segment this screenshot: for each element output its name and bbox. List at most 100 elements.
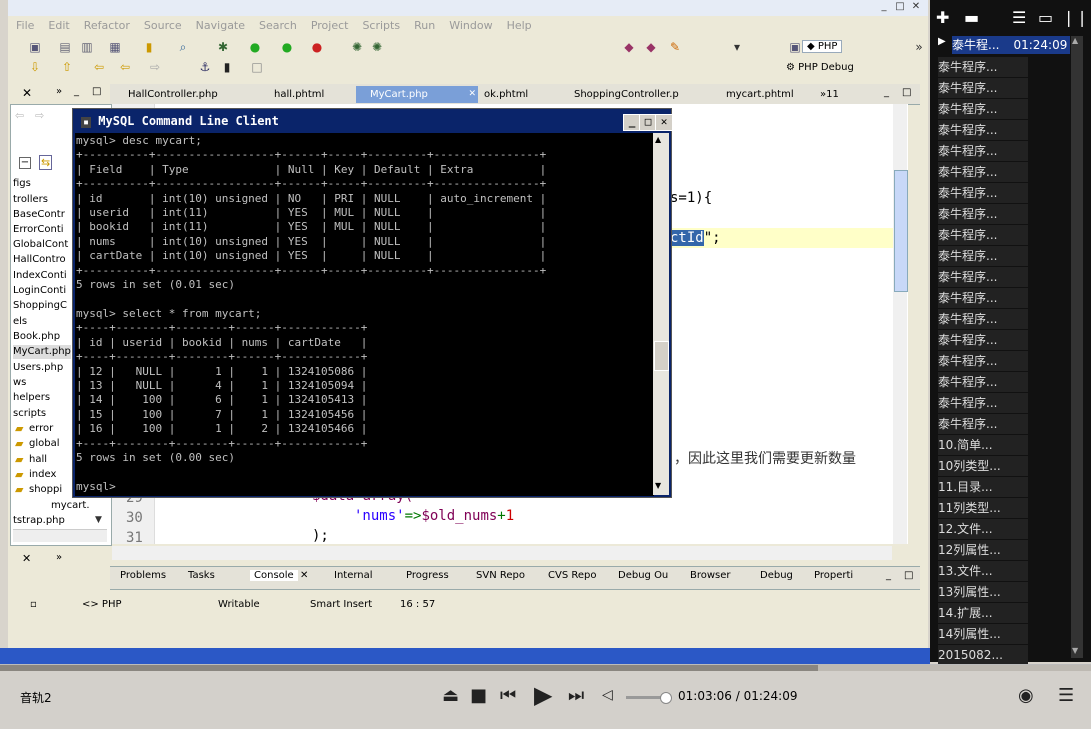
scroll-down-icon[interactable]: ▼ (655, 481, 661, 490)
tree-item[interactable]: IndexConti (13, 269, 67, 283)
playlist-item[interactable]: 泰牛程序... (938, 78, 1028, 98)
playlist-item[interactable]: 14列属性... (938, 624, 1028, 644)
playlist-item[interactable]: 10.简单... (938, 435, 1028, 455)
playlist-item[interactable]: 泰牛程序... (938, 330, 1028, 350)
tree-folder[interactable]: error (29, 422, 53, 436)
tab-hallcontroller[interactable]: HallController.php (114, 86, 258, 103)
perspective-php[interactable]: ◆ PHP (802, 40, 843, 53)
playlist-item[interactable]: 泰牛程序... (938, 288, 1028, 308)
playlist-item[interactable]: 11.目录... (938, 477, 1028, 497)
tab-browser[interactable]: Browser (690, 570, 731, 581)
blank-icon[interactable]: □ (250, 60, 264, 74)
menu-search[interactable]: Search (259, 19, 297, 32)
close-icon[interactable]: ✕ (22, 86, 32, 100)
pin-icon[interactable]: ⚓ (198, 60, 212, 74)
menu-run[interactable]: Run (414, 19, 435, 32)
menu-project[interactable]: Project (311, 19, 349, 32)
tab-progress[interactable]: Progress (406, 570, 449, 581)
playlist-item[interactable]: 泰牛程序... (938, 120, 1028, 140)
new-icon[interactable]: ▫ (30, 599, 37, 610)
playlist-item[interactable]: 泰牛程序... (938, 141, 1028, 161)
menu-source[interactable]: Source (144, 19, 182, 32)
settings-icon[interactable]: ◉ (1018, 685, 1034, 706)
tree-item[interactable]: BaseContr (13, 208, 65, 222)
scroll-down-icon[interactable]: ▼ (1072, 646, 1078, 655)
debug-icon[interactable]: ✱ (216, 40, 230, 54)
tree-item[interactable]: scripts (13, 407, 46, 421)
playlist-item[interactable]: 2015082... (938, 645, 1028, 665)
tree-file[interactable]: mycart. (51, 499, 90, 513)
playlist-item[interactable]: 泰牛程序... (938, 309, 1028, 329)
remove-icon[interactable]: ▬ (964, 8, 979, 27)
scroll-thumb[interactable] (654, 341, 669, 371)
tab-tasks[interactable]: Tasks (188, 570, 215, 581)
volume-icon[interactable]: ◁ (602, 687, 613, 703)
maximize-view-icon[interactable]: □ (904, 570, 913, 581)
link-editor-icon[interactable]: ⇆ (39, 155, 53, 170)
dropdown-icon[interactable]: ▾ (730, 40, 744, 54)
globe-icon[interactable]: ✺ (350, 40, 364, 54)
chevron-more-icon[interactable]: » (912, 40, 926, 54)
playlist-item[interactable]: 13.文件... (938, 561, 1028, 581)
back-icon[interactable]: ⇦ (15, 109, 24, 122)
tree-item[interactable]: Users.php (13, 361, 63, 375)
playlist-item[interactable]: 10列类型... (938, 456, 1028, 476)
menu-help[interactable]: Help (507, 19, 532, 32)
next-annotation-icon[interactable]: ⇩ (28, 60, 42, 74)
tree-item[interactable]: figs (13, 177, 31, 191)
eject-icon[interactable]: ⏏ (442, 685, 459, 706)
playlist-item[interactable]: 泰牛程序... (938, 267, 1028, 287)
php-icon[interactable]: ◆ (622, 40, 636, 54)
tree-folder[interactable]: shoppi (29, 483, 62, 497)
tree-item[interactable]: ws (13, 376, 26, 390)
tree-folder[interactable]: global (29, 437, 60, 451)
list-menu-icon[interactable]: ☰ (1012, 8, 1026, 27)
tree-item[interactable]: LoginConti (13, 284, 66, 298)
playlist-item[interactable]: 12列属性... (938, 540, 1028, 560)
menu-window[interactable]: Window (449, 19, 492, 32)
tab-mycart-phtml[interactable]: mycart.phtml (712, 86, 826, 103)
tab-debug-output[interactable]: Debug Ou (618, 570, 668, 581)
tree-item[interactable]: helpers (13, 391, 50, 405)
minimize-button[interactable]: _ (876, 1, 892, 13)
minimize-view-icon[interactable]: _ (886, 570, 891, 581)
play-icon[interactable]: ▶ (534, 681, 552, 709)
playlist-item-current[interactable]: 泰牛程... 01:24:09 (952, 36, 1070, 54)
tree-folder[interactable]: hall (29, 453, 47, 467)
stop-icon[interactable]: ■ (470, 685, 487, 706)
playlist-item[interactable]: 泰牛程序... (938, 183, 1028, 203)
menu-refactor[interactable]: Refactor (84, 19, 130, 32)
previous-icon[interactable]: ⏮ (500, 685, 516, 706)
open-perspective-icon[interactable]: ▣ (788, 40, 802, 54)
maximize-button[interactable]: □ (892, 1, 908, 13)
playlist-item[interactable]: 泰牛程序... (938, 204, 1028, 224)
tree-item[interactable]: GlobalCont (13, 238, 68, 252)
tree-item[interactable]: els (13, 315, 27, 329)
playlist-item[interactable]: 泰牛程序... (938, 57, 1028, 77)
mysql-scrollbar[interactable]: ▲ ▼ (653, 133, 669, 495)
scroll-down-icon[interactable]: ▼ (95, 515, 102, 525)
tab-console[interactable]: Console (250, 570, 298, 581)
last-edit-icon[interactable]: ⇦ (92, 60, 106, 74)
tree-item[interactable]: HallContro (13, 253, 66, 267)
collapse-all-icon[interactable]: − (19, 157, 31, 169)
playlist-item[interactable]: 泰牛程序... (938, 393, 1028, 413)
back-icon[interactable]: ⇦ (118, 60, 132, 74)
tab-properties[interactable]: Properti (814, 570, 853, 581)
php2-icon[interactable]: ◆ (644, 40, 658, 54)
maximize-view-icon[interactable]: □ (902, 87, 911, 98)
menu-file[interactable]: File (16, 19, 34, 32)
playlist-item[interactable]: 泰牛程序... (938, 99, 1028, 119)
mouse-icon[interactable]: ▮ (220, 60, 234, 74)
playlist-scrollbar[interactable]: ▲ ▼ (1071, 36, 1083, 658)
run-external-icon[interactable]: ● (280, 40, 294, 54)
run-icon[interactable]: ● (248, 40, 262, 54)
close-icon[interactable]: ✕ (22, 552, 31, 565)
chevron-more-icon[interactable]: » (56, 86, 62, 97)
forward-icon[interactable]: ⇨ (35, 109, 44, 122)
playlist-toggle-icon[interactable]: ☰ (1058, 685, 1074, 706)
playlist-item[interactable]: 泰牛程序... (938, 414, 1028, 434)
save-icon[interactable]: ▤ (58, 40, 72, 54)
playlist-item[interactable]: 泰牛程序... (938, 246, 1028, 266)
tree-item[interactable]: trollers (13, 193, 48, 207)
